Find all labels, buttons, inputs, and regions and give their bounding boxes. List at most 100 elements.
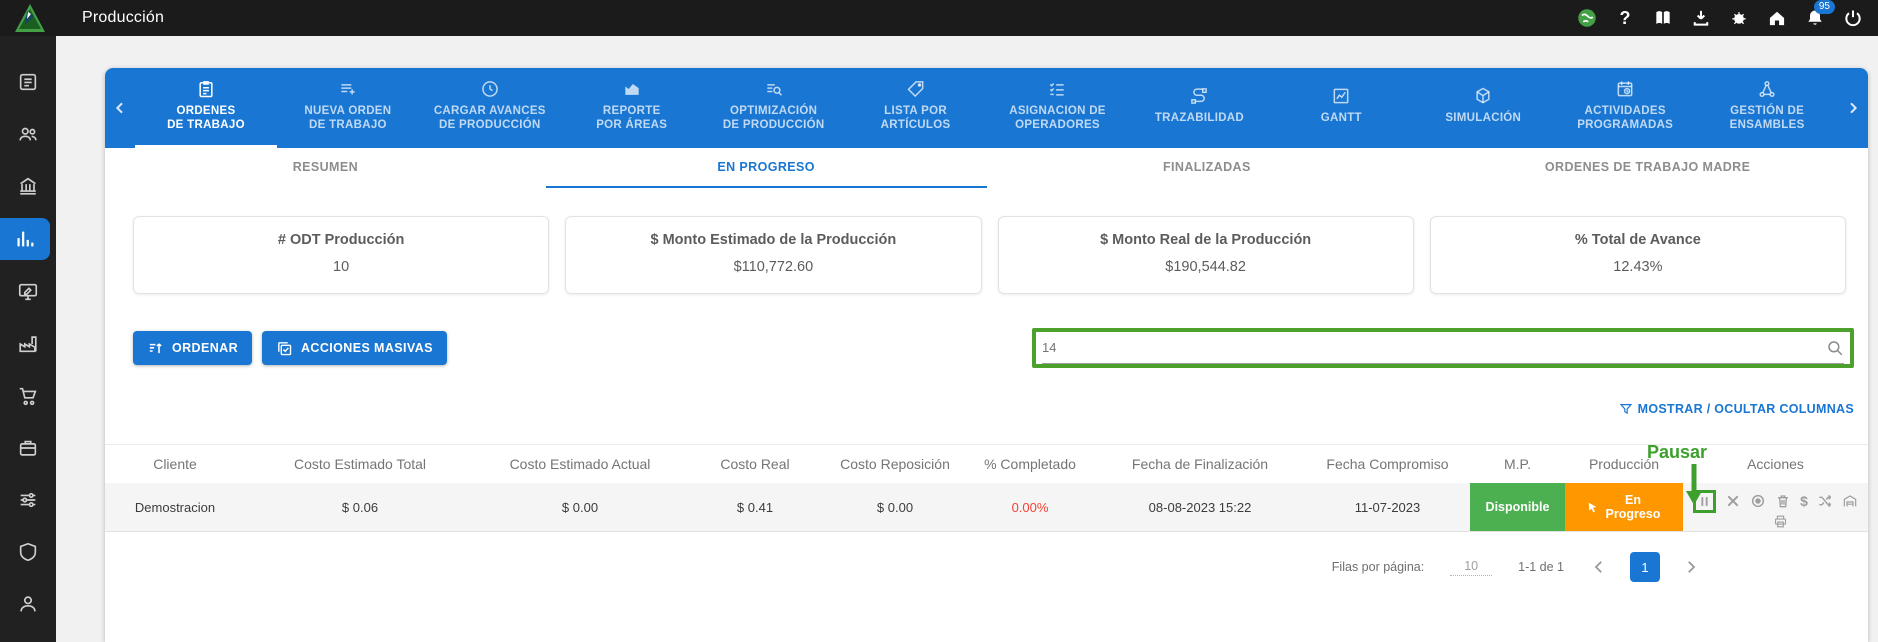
sidebar	[0, 36, 56, 642]
tab-label: GANTT	[1321, 111, 1362, 125]
show-hide-columns-link[interactable]: MOSTRAR / OCULTAR COLUMNAS	[105, 368, 1868, 420]
shield-icon	[17, 541, 39, 563]
sidebar-item-security[interactable]	[8, 532, 48, 572]
tab-optimizacion[interactable]: OPTIMIZACIÓNDE PRODUCCIÓN	[703, 68, 845, 148]
chevron-right-icon	[1845, 100, 1861, 116]
bar-chart-icon	[14, 228, 36, 250]
bell-icon[interactable]: 95	[1804, 7, 1826, 29]
sidebar-item-jobs[interactable]	[8, 428, 48, 468]
stat-card-monto-real: $ Monto Real de la Producción $190,544.8…	[998, 216, 1414, 294]
tab-actividades[interactable]: ACTIVIDADESPROGRAMADAS	[1554, 68, 1696, 148]
content-card: ORDENESDE TRABAJO NUEVA ORDENDE TRABAJO …	[105, 68, 1868, 642]
home-icon[interactable]	[1766, 7, 1788, 29]
stat-card-odt: # ODT Producción 10	[133, 216, 549, 294]
stats-row: # ODT Producción 10 $ Monto Estimado de …	[105, 188, 1868, 294]
link-label: MOSTRAR / OCULTAR COLUMNAS	[1638, 402, 1854, 416]
tab-ordenes-de-trabajo[interactable]: ORDENESDE TRABAJO	[135, 68, 277, 148]
stat-label: % Total de Avance	[1441, 232, 1835, 248]
tabs-scroll-left[interactable]	[105, 68, 135, 148]
warehouse-icon[interactable]	[1842, 493, 1858, 509]
badge-label: En Progreso	[1604, 493, 1662, 522]
cell-acciones: $	[1683, 483, 1868, 531]
col-header-cliente: Cliente	[105, 456, 245, 472]
tab-cargar-avances[interactable]: CARGAR AVANCESDE PRODUCCIÓN	[419, 68, 561, 148]
tab-label: LISTA POR	[881, 104, 951, 118]
page-title: Producción	[82, 9, 164, 27]
subtab-ordenes-madre[interactable]: ORDENES DE TRABAJO MADRE	[1427, 148, 1868, 188]
subtab-finalizadas[interactable]: FINALIZADAS	[987, 148, 1428, 188]
page-next-icon[interactable]	[1682, 558, 1700, 576]
tab-label: DE TRABAJO	[304, 118, 391, 132]
stat-value: 12.43%	[1441, 259, 1835, 275]
clipboard-list-icon	[196, 79, 216, 99]
mp-status-badge[interactable]: Disponible	[1470, 483, 1565, 531]
tab-gestion-ensambles[interactable]: GESTIÓN DEENSAMBLES	[1696, 68, 1838, 148]
tab-nueva-orden[interactable]: NUEVA ORDENDE TRABAJO	[277, 68, 419, 148]
shuffle-icon[interactable]	[1817, 493, 1833, 509]
tab-lista-articulos[interactable]: LISTA PORARTÍCULOS	[845, 68, 987, 148]
dollar-icon[interactable]: $	[1800, 493, 1808, 509]
sidebar-item-people[interactable]	[8, 114, 48, 154]
tab-label: SIMULACIÓN	[1445, 111, 1521, 125]
tab-asignacion-operadores[interactable]: ASIGNACION DEOPERADORES	[987, 68, 1129, 148]
col-header-fecha-finalizacion: Fecha de Finalización	[1095, 456, 1305, 472]
bug-icon[interactable]	[1728, 7, 1750, 29]
tab-label: DE PRODUCCIÓN	[723, 118, 825, 132]
sidebar-item-profile[interactable]	[8, 584, 48, 624]
tab-trazabilidad[interactable]: TRAZABILIDAD	[1128, 68, 1270, 148]
tab-label: ARTÍCULOS	[881, 118, 951, 132]
assembly-icon	[1757, 79, 1777, 99]
cell-costo-real: $ 0.41	[685, 483, 825, 531]
col-header-costo-estimado-total: Costo Estimado Total	[245, 456, 475, 472]
subtab-en-progreso[interactable]: EN PROGRESO	[546, 148, 987, 188]
download-icon[interactable]	[1690, 7, 1712, 29]
subtab-resumen[interactable]: RESUMEN	[105, 148, 546, 188]
rows-per-page-select[interactable]: 10	[1450, 559, 1492, 576]
close-icon[interactable]	[1725, 493, 1741, 509]
sidebar-item-company[interactable]	[8, 166, 48, 206]
pagination-range: 1-1 de 1	[1518, 560, 1564, 574]
tab-gantt[interactable]: GANTT	[1270, 68, 1412, 148]
globe-icon[interactable]	[1576, 7, 1598, 29]
sidebar-item-factory[interactable]	[8, 324, 48, 364]
tab-label: OPERADORES	[1009, 118, 1106, 132]
produccion-status-badge[interactable]: En Progreso	[1565, 483, 1683, 531]
route-icon	[1189, 86, 1209, 106]
page-prev-icon[interactable]	[1590, 558, 1608, 576]
cell-costo-estimado-actual: $ 0.00	[475, 483, 685, 531]
printer-icon[interactable]	[1773, 514, 1788, 529]
search-input[interactable]	[1042, 340, 1826, 355]
clock-icon	[480, 79, 500, 99]
sidebar-item-settings[interactable]	[8, 480, 48, 520]
page-1-button[interactable]: 1	[1630, 552, 1660, 582]
power-icon[interactable]	[1842, 7, 1864, 29]
topbar: Producción ? 95	[0, 0, 1878, 36]
col-header-mp: M.P.	[1470, 456, 1565, 472]
tabs-scroll-right[interactable]	[1838, 68, 1868, 148]
trash-icon[interactable]	[1775, 493, 1791, 509]
tab-label: NUEVA ORDEN	[304, 104, 391, 118]
sidebar-item-monitor[interactable]	[8, 272, 48, 312]
table-row[interactable]: Demostracion $ 0.06 $ 0.00 $ 0.41 $ 0.00…	[105, 483, 1868, 532]
col-header-pct-completado: % Completado	[965, 456, 1095, 472]
acciones-masivas-button[interactable]: ACCIONES MASIVAS	[262, 331, 447, 365]
tab-label: DE TRABAJO	[167, 118, 245, 132]
tab-reporte-areas[interactable]: REPORTEPOR ÁREAS	[561, 68, 703, 148]
sidebar-item-news[interactable]	[8, 62, 48, 102]
cell-fecha-finalizacion: 08-08-2023 15:22	[1095, 483, 1305, 531]
sidebar-item-production[interactable]	[0, 218, 50, 260]
stat-value: 10	[144, 259, 538, 275]
ordenar-button[interactable]: ORDENAR	[133, 331, 252, 365]
people-icon	[17, 123, 39, 145]
tab-simulacion[interactable]: SIMULACIÓN	[1412, 68, 1554, 148]
cursor-icon	[1586, 501, 1599, 514]
tab-label: ORDENES	[167, 104, 245, 118]
manual-icon[interactable]	[1652, 7, 1674, 29]
tab-label: POR ÁREAS	[596, 118, 667, 132]
cell-fecha-compromiso: 11-07-2023	[1305, 483, 1470, 531]
cell-costo-estimado-total: $ 0.06	[245, 483, 475, 531]
search-icon[interactable]	[1826, 339, 1844, 357]
sidebar-item-purchases[interactable]	[8, 376, 48, 416]
help-icon[interactable]: ?	[1614, 7, 1636, 29]
target-icon[interactable]	[1750, 493, 1766, 509]
